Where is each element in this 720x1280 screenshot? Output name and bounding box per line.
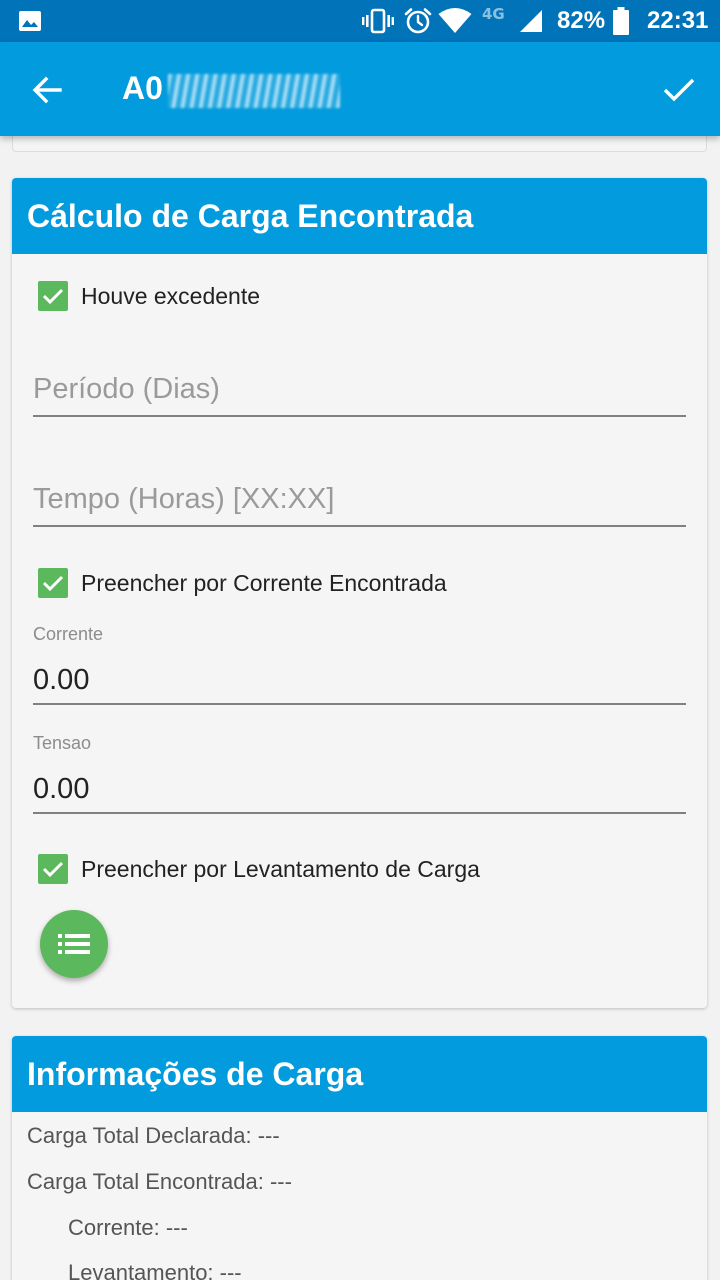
corrente-value[interactable]: 0.00: [33, 664, 89, 697]
checkbox-checked[interactable]: [38, 854, 68, 884]
image-icon: [18, 0, 42, 42]
tensao-field[interactable]: Tensao 0.00: [33, 733, 686, 815]
checkmark-icon: [42, 575, 64, 592]
list-icon: [58, 934, 90, 954]
carga-total-encontrada: Carga Total Encontrada: ---: [27, 1169, 292, 1194]
calculo-card-header: Cálculo de Carga Encontrada: [12, 178, 707, 254]
periodo-underline: [33, 415, 686, 417]
calculo-card: Cálculo de Carga Encontrada Houve excede…: [12, 178, 707, 1008]
levantamento-info: Levantamento: ---: [68, 1260, 242, 1280]
tempo-placeholder: Tempo (Horas) [XX:XX]: [33, 483, 335, 515]
battery-percent: 82%: [557, 7, 606, 34]
tempo-underline: [33, 525, 686, 527]
checkbox-checked[interactable]: [38, 568, 68, 598]
confirm-button[interactable]: [652, 65, 706, 115]
informacoes-card-header: Informações de Carga: [12, 1036, 707, 1112]
houve-excedente-checkbox[interactable]: Houve excedente: [38, 281, 260, 311]
periodo-placeholder: Período (Dias): [33, 373, 220, 405]
tempo-field[interactable]: Tempo (Horas) [XX:XX]: [33, 483, 686, 528]
preencher-levantamento-checkbox[interactable]: Preencher por Levantamento de Carga: [38, 854, 480, 884]
back-arrow-icon: [32, 76, 62, 104]
carga-total-declarada: Carga Total Declarada: ---: [27, 1123, 280, 1148]
checkmark-icon: [42, 288, 64, 305]
corrente-info: Corrente: ---: [68, 1215, 188, 1240]
preencher-corrente-checkbox[interactable]: Preencher por Corrente Encontrada: [38, 568, 447, 598]
back-button[interactable]: [22, 65, 72, 115]
check-icon: [663, 78, 695, 102]
periodo-field[interactable]: Período (Dias): [33, 373, 686, 418]
wifi-icon: [438, 0, 472, 42]
corrente-field[interactable]: Corrente 0.00: [33, 624, 686, 706]
clock: 22:31: [647, 7, 709, 34]
tensao-underline: [33, 812, 686, 814]
checkbox-checked[interactable]: [38, 281, 68, 311]
vibrate-icon: [362, 0, 394, 42]
list-fab-button[interactable]: [40, 910, 108, 978]
houve-excedente-label: Houve excedente: [81, 282, 261, 309]
tensao-label: Tensao: [33, 733, 92, 753]
page-title: A0: [122, 70, 163, 106]
tensao-value[interactable]: 0.00: [33, 773, 89, 806]
informacoes-card: Informações de Carga Carga Total Declara…: [12, 1036, 707, 1280]
checkmark-icon: [42, 861, 64, 878]
alarm-icon: [404, 0, 432, 42]
preencher-corrente-label: Preencher por Corrente Encontrada: [81, 569, 447, 596]
corrente-underline: [33, 703, 686, 705]
redacted-title: [168, 74, 340, 108]
signal-icon: [518, 0, 544, 42]
network-type: 4G: [482, 5, 505, 23]
status-bar: 4G 82% 22:31: [0, 0, 720, 42]
app-bar: A0: [0, 42, 720, 136]
battery-icon: [612, 0, 630, 42]
preencher-levantamento-label: Preencher por Levantamento de Carga: [81, 855, 480, 882]
corrente-label: Corrente: [33, 624, 104, 644]
